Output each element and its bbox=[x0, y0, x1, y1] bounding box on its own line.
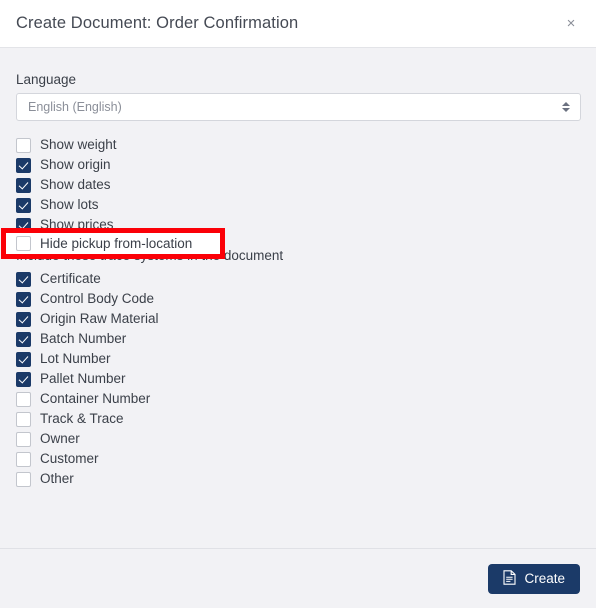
display-checkbox-0[interactable] bbox=[16, 137, 31, 153]
checkbox-row[interactable]: Show weight bbox=[16, 135, 580, 155]
hide-pickup-from-location-checkbox[interactable] bbox=[16, 236, 31, 251]
checkbox-label: Show weight bbox=[40, 137, 117, 152]
trace-checkbox-5[interactable] bbox=[16, 371, 31, 387]
trace-checkbox-6[interactable] bbox=[16, 391, 31, 407]
checkbox-row[interactable]: Owner bbox=[16, 429, 580, 449]
checkbox-row[interactable]: Show origin bbox=[16, 155, 580, 175]
display-checkbox-2[interactable] bbox=[16, 177, 31, 193]
checkbox-label: Container Number bbox=[40, 391, 151, 406]
checkbox-label: Track & Trace bbox=[40, 411, 124, 426]
checkbox-row[interactable]: Track & Trace bbox=[16, 409, 580, 429]
trace-checkbox-2[interactable] bbox=[16, 311, 31, 327]
checkbox-row[interactable]: Other bbox=[16, 469, 580, 489]
trace-checkbox-7[interactable] bbox=[16, 411, 31, 427]
trace-checkbox-4[interactable] bbox=[16, 351, 31, 367]
language-select[interactable]: English (English) bbox=[16, 93, 581, 121]
display-checkbox-3[interactable] bbox=[16, 197, 31, 213]
checkbox-row[interactable]: Container Number bbox=[16, 389, 580, 409]
trace-checkbox-3[interactable] bbox=[16, 331, 31, 347]
highlighted-option-row[interactable]: Hide pickup from-location bbox=[1, 228, 225, 259]
checkbox-row[interactable]: Customer bbox=[16, 449, 580, 469]
dialog-body: Language English (English) Show weight Sh… bbox=[0, 48, 596, 548]
language-label: Language bbox=[16, 72, 77, 87]
checkbox-row[interactable]: Show lots bbox=[16, 195, 580, 215]
checkbox-row[interactable]: Batch Number bbox=[16, 329, 580, 349]
trace-checkbox-0[interactable] bbox=[16, 271, 31, 287]
dialog-title: Create Document: Order Confirmation bbox=[16, 14, 299, 32]
checkbox-row[interactable]: Show dates bbox=[16, 175, 580, 195]
display-checkbox-1[interactable] bbox=[16, 157, 31, 173]
checkbox-row[interactable]: Lot Number bbox=[16, 349, 580, 369]
checkbox-row[interactable]: Origin Raw Material bbox=[16, 309, 580, 329]
trace-checkbox-10[interactable] bbox=[16, 471, 31, 487]
dialog-footer: Create bbox=[0, 548, 596, 608]
checkbox-row[interactable]: Control Body Code bbox=[16, 289, 580, 309]
trace-checkbox-9[interactable] bbox=[16, 451, 31, 467]
checkbox-label: Show origin bbox=[40, 157, 111, 172]
checkbox-label: Batch Number bbox=[40, 331, 127, 346]
checkbox-label: Customer bbox=[40, 451, 99, 466]
display-options-group: Show weight Show origin Show dates Show lot… bbox=[16, 135, 580, 235]
trace-checkbox-1[interactable] bbox=[16, 291, 31, 307]
checkbox-label: Owner bbox=[40, 431, 80, 446]
checkbox-label: Pallet Number bbox=[40, 371, 126, 386]
trace-options-group: Certificate Control Body Code Origin Raw M… bbox=[16, 269, 580, 489]
create-button[interactable]: Create bbox=[488, 563, 580, 594]
checkbox-label: Lot Number bbox=[40, 351, 111, 366]
checkbox-label: Certificate bbox=[40, 271, 101, 286]
checkbox-row[interactable]: Certificate bbox=[16, 269, 580, 289]
checkbox-label: Show dates bbox=[40, 177, 111, 192]
document-icon bbox=[503, 569, 517, 588]
trace-checkbox-8[interactable] bbox=[16, 431, 31, 447]
close-icon[interactable]: × bbox=[560, 13, 582, 35]
checkbox-label: Control Body Code bbox=[40, 291, 155, 306]
hide-pickup-from-location-label: Hide pickup from-location bbox=[40, 235, 193, 251]
checkbox-label: Show lots bbox=[40, 197, 99, 212]
create-button-label: Create bbox=[524, 571, 565, 586]
checkbox-row[interactable]: Pallet Number bbox=[16, 369, 580, 389]
dialog-header: Create Document: Order Confirmation × bbox=[0, 0, 596, 48]
language-select-wrapper: English (English) bbox=[16, 93, 581, 121]
checkbox-label: Origin Raw Material bbox=[40, 311, 159, 326]
checkbox-label: Other bbox=[40, 471, 74, 486]
